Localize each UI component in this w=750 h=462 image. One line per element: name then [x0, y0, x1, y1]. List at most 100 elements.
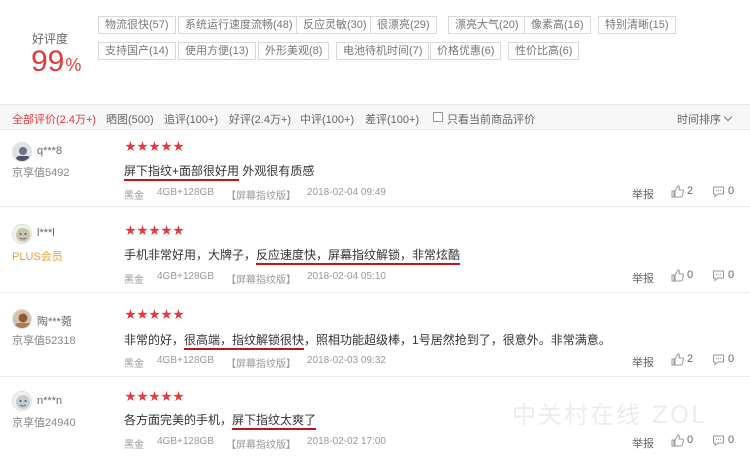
product-spec: 4GB+128GB: [157, 355, 214, 366]
chevron-down-icon: [723, 112, 733, 122]
star-rating: [125, 141, 185, 153]
review-user-score: 京享值52318: [12, 335, 76, 347]
comment-button[interactable]: 0: [712, 269, 742, 283]
product-spec: 4GB+128GB: [157, 436, 214, 447]
star-icon: [149, 309, 160, 320]
like-button[interactable]: 2: [671, 353, 701, 367]
star-rating: [125, 309, 185, 321]
comment-button[interactable]: 0: [712, 353, 742, 367]
filter-bar: 全部评价(2.4万+) 晒图(500) 追评(100+) 好评(2.4万+) 中…: [0, 104, 750, 130]
product-edition: 【屏幕指纹版】: [226, 191, 296, 202]
thumbs-up-icon: [671, 353, 684, 366]
review-username: q***8: [37, 145, 63, 157]
star-icon: [137, 225, 148, 236]
like-count: 0: [687, 434, 694, 446]
product-edition: 【屏幕指纹版】: [226, 359, 296, 370]
report-button[interactable]: 举报: [632, 435, 654, 451]
star-icon: [161, 309, 172, 320]
highlight-text: 很高端，指纹解锁很快: [184, 333, 305, 350]
impression-tag[interactable]: 支持国产(14): [98, 42, 176, 60]
impression-tag[interactable]: 漂亮大气(20): [448, 16, 526, 34]
star-icon: [149, 225, 160, 236]
comment-button[interactable]: 0: [712, 434, 742, 448]
highlight-text: 屏下指纹太爽了: [232, 413, 317, 430]
star-icon: [161, 141, 172, 152]
impression-tag[interactable]: 像素高(16): [524, 16, 591, 34]
comment-icon: [713, 270, 724, 282]
star-icon: [161, 391, 172, 402]
impression-tag[interactable]: 很漂亮(29): [370, 16, 437, 34]
watermark-logo: 中关村在线 ZOL: [512, 401, 707, 429]
star-icon: [125, 309, 136, 320]
impression-tag[interactable]: 性价比高(6): [508, 42, 580, 60]
product-color: 黑金: [124, 359, 144, 370]
like-count: 0: [687, 269, 694, 281]
impression-tag[interactable]: 系统运行速度流畅(48): [178, 16, 300, 34]
filter-medium[interactable]: 中评(100+): [300, 111, 354, 127]
star-icon: [137, 309, 148, 320]
filter-photos[interactable]: 晒图(500): [106, 111, 154, 127]
filter-good[interactable]: 好评(2.4万+): [229, 111, 291, 127]
star-icon: [161, 225, 172, 236]
thumbs-up-icon: [671, 185, 684, 198]
current-only-label[interactable]: 只看当前商品评价: [447, 111, 535, 127]
sort-dropdown[interactable]: 时间排序: [677, 111, 733, 127]
star-icon: [149, 141, 160, 152]
review-item: 陶***菀 京享值52318 非常的好，很高端，指纹解锁很快，照相功能超级棒，1…: [0, 297, 750, 377]
filter-bad[interactable]: 差评(100+): [365, 111, 419, 127]
like-button[interactable]: 2: [671, 185, 701, 199]
star-icon: [173, 391, 184, 402]
review-item: q***8 京享值5492 屏下指纹+面部很好用 外观很有质感 黑金 4GB+1…: [0, 130, 750, 207]
product-color: 黑金: [124, 191, 144, 202]
filter-followup[interactable]: 追评(100+): [164, 111, 218, 127]
like-button[interactable]: 0: [671, 269, 701, 283]
review-username: n***n: [37, 395, 63, 407]
review-username: 陶***菀: [37, 316, 72, 328]
review-user-score: 京享值5492: [12, 167, 70, 179]
impression-tag[interactable]: 使用方便(13): [178, 42, 256, 60]
thumbs-up-icon: [671, 434, 684, 447]
sort-label: 时间排序: [677, 114, 721, 126]
review-date: 2018-02-04 05:10: [307, 271, 386, 282]
star-icon: [173, 141, 184, 152]
star-rating: [125, 225, 185, 237]
avatar[interactable]: [12, 224, 32, 244]
like-count: 2: [687, 353, 694, 365]
rating-value: 99%: [31, 45, 82, 78]
comment-icon: [713, 435, 724, 447]
star-icon: [125, 391, 136, 402]
review-date: 2018-02-04 09:49: [307, 187, 386, 198]
review-username: l***l: [37, 227, 55, 239]
thumbs-up-icon: [671, 269, 684, 282]
product-color: 黑金: [124, 440, 144, 451]
impression-tag[interactable]: 外形美观(8): [258, 42, 330, 60]
impression-tag[interactable]: 特别清晰(15): [598, 16, 676, 34]
star-icon: [125, 225, 136, 236]
comment-icon: [713, 186, 724, 198]
comment-count: 0: [728, 269, 735, 281]
review-content: 非常的好，很高端，指纹解锁很快，照相功能超级棒，1号居然抢到了，很意外。非常满意…: [124, 331, 611, 350]
impression-tag[interactable]: 物流很快(57): [98, 16, 176, 34]
like-count: 2: [687, 185, 694, 197]
avatar[interactable]: [12, 391, 32, 411]
impression-tag[interactable]: 价格优惠(6): [430, 42, 502, 60]
comment-icon: [713, 354, 724, 366]
star-icon: [125, 141, 136, 152]
like-button[interactable]: 0: [671, 434, 701, 448]
impression-tag[interactable]: 电池待机时间(7): [336, 42, 430, 60]
review-content: 手机非常好用，大牌子，反应速度快，屏幕指纹解锁，非常炫酷: [124, 246, 461, 265]
current-only-checkbox[interactable]: [433, 112, 443, 122]
avatar[interactable]: [12, 142, 32, 162]
comment-count: 0: [728, 185, 735, 197]
report-button[interactable]: 举报: [632, 270, 654, 286]
report-button[interactable]: 举报: [632, 354, 654, 370]
report-button[interactable]: 举报: [632, 186, 654, 202]
comment-button[interactable]: 0: [712, 185, 742, 199]
star-rating: [125, 391, 185, 403]
star-icon: [137, 141, 148, 152]
review-date: 2018-02-02 17:00: [307, 436, 386, 447]
impression-tag[interactable]: 反应灵敏(30): [296, 16, 374, 34]
avatar[interactable]: [12, 309, 32, 329]
star-icon: [173, 309, 184, 320]
filter-all[interactable]: 全部评价(2.4万+): [12, 111, 96, 127]
